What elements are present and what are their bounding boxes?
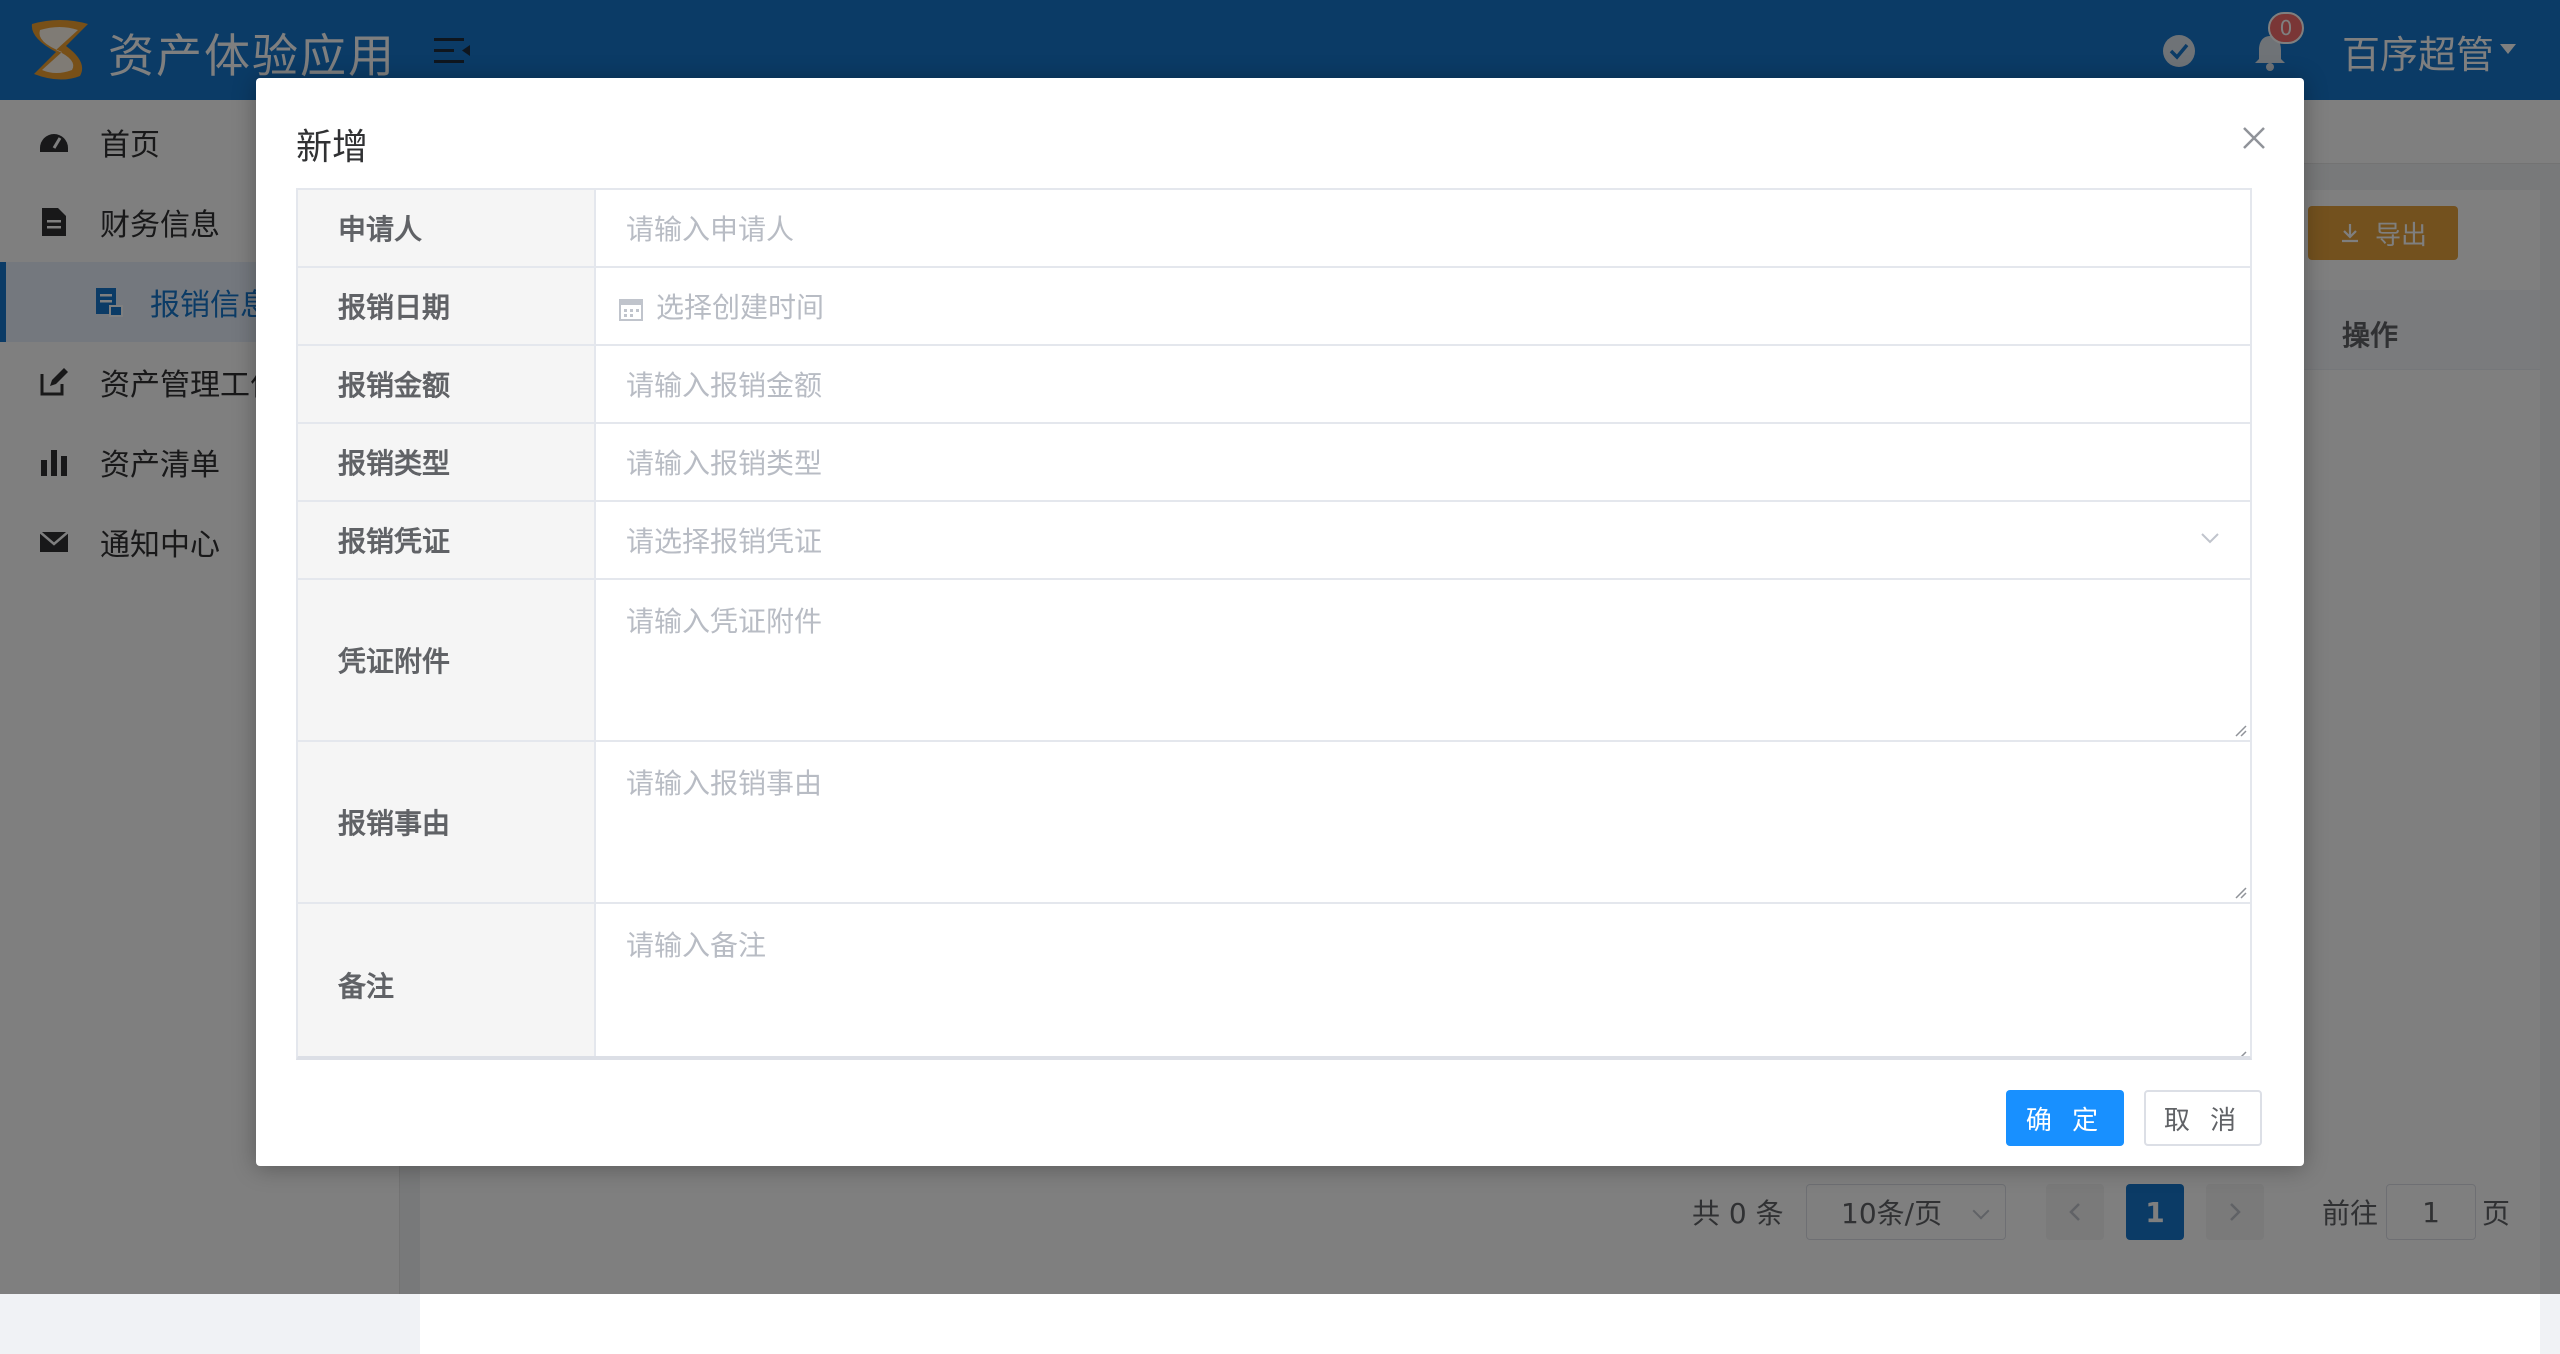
field-label: 申请人 [298,190,596,266]
field-label: 报销类型 [298,424,596,500]
confirm-button[interactable]: 确 定 [2006,1090,2124,1146]
reason-textarea[interactable]: 请输入报销事由 [596,742,2250,902]
applicant-input[interactable]: 请输入申请人 [596,190,2250,266]
type-input[interactable]: 请输入报销类型 [596,424,2250,500]
cancel-button[interactable]: 取 消 [2144,1090,2262,1146]
close-icon[interactable] [2234,118,2274,158]
resize-grip-icon[interactable] [2232,884,2248,900]
voucher-select[interactable]: 请选择报销凭证 [596,502,2250,578]
chevron-down-icon [2201,533,2219,544]
form-table: 申请人 请输入申请人 报销日期 选择创建时间 报销金额 请输入报销金额 报销类型… [296,188,2252,1060]
resize-grip-icon[interactable] [2232,722,2248,738]
field-label: 备注 [298,904,596,1056]
reason-placeholder: 请输入报销事由 [626,767,823,800]
field-label: 凭证附件 [298,580,596,740]
attachment-placeholder: 请输入凭证附件 [626,605,823,638]
form-row-attachment: 凭证附件 请输入凭证附件 [298,580,2250,742]
field-label: 报销事由 [298,742,596,902]
dialog-title: 新增 [296,127,369,168]
field-label: 报销金额 [298,346,596,422]
applicant-placeholder: 请输入申请人 [626,213,795,246]
form-row-voucher: 报销凭证 请选择报销凭证 [298,502,2250,580]
form-row-reason: 报销事由 请输入报销事由 [298,742,2250,904]
date-picker-input[interactable]: 选择创建时间 [596,268,2250,344]
form-row-remark: 备注 请输入备注 [298,904,2250,1060]
add-dialog: 新增 申请人 请输入申请人 报销日期 选择创建时间 报销金额 请输入报销金额 报… [256,78,2304,1166]
remark-placeholder: 请输入备注 [626,929,767,962]
type-placeholder: 请输入报销类型 [626,447,823,480]
form-row-amount: 报销金额 请输入报销金额 [298,346,2250,424]
form-row-type: 报销类型 请输入报销类型 [298,424,2250,502]
remark-textarea[interactable]: 请输入备注 [596,904,2250,1060]
field-label: 报销日期 [298,268,596,344]
voucher-placeholder: 请选择报销凭证 [626,525,823,558]
date-placeholder: 选择创建时间 [656,291,825,324]
amount-placeholder: 请输入报销金额 [626,369,823,402]
resize-grip-icon[interactable] [2232,1048,2248,1060]
field-label: 报销凭证 [298,502,596,578]
amount-input[interactable]: 请输入报销金额 [596,346,2250,422]
form-row-date: 报销日期 选择创建时间 [298,268,2250,346]
calendar-icon [619,299,643,321]
attachment-textarea[interactable]: 请输入凭证附件 [596,580,2250,740]
form-row-applicant: 申请人 请输入申请人 [298,190,2250,268]
